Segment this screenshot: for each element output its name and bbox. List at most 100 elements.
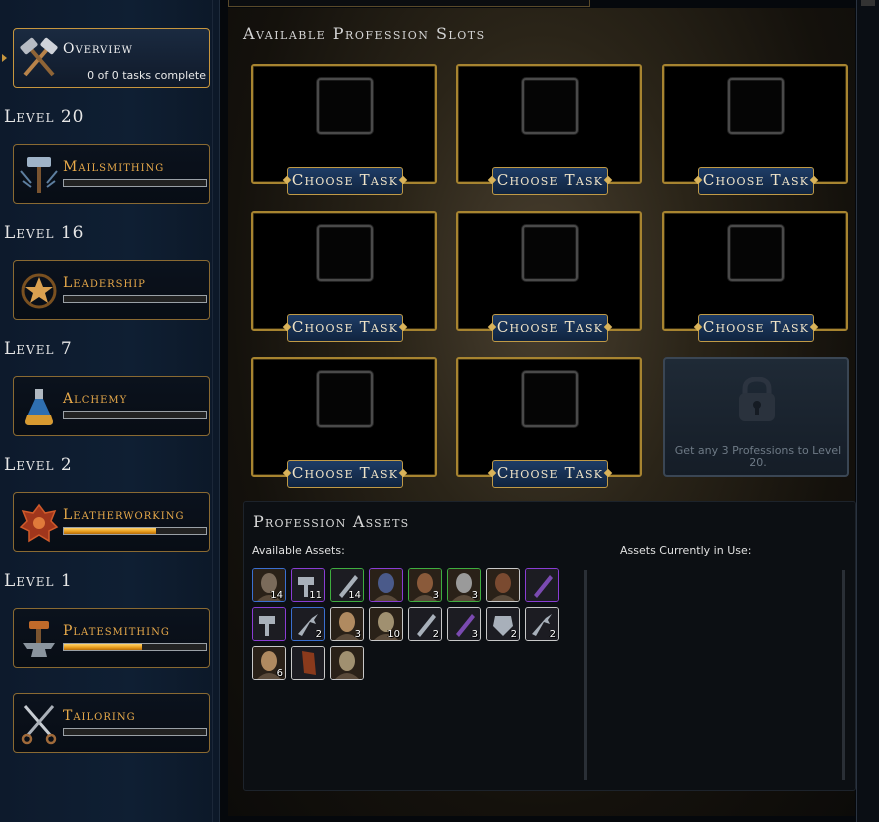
empty-task-frame [728, 78, 784, 134]
profession-slot: Choose Task [251, 357, 437, 488]
asset-count: 14 [348, 590, 361, 601]
profession-name: Leadership [63, 275, 146, 291]
asset-item[interactable]: 3 [330, 607, 364, 641]
profession-slot: Choose Task [662, 64, 848, 195]
profession-slot: Choose Task [456, 211, 642, 342]
sidebar-item-leadership[interactable]: Leadership [13, 260, 210, 320]
asset-item[interactable]: 14 [252, 568, 286, 602]
asset-item[interactable]: 2 [486, 607, 520, 641]
level-heading: Level 7 [4, 339, 73, 359]
assets-in-use-label: Assets Currently in Use: [620, 544, 752, 557]
empty-task-frame [522, 371, 578, 427]
level-heading: Level 16 [4, 223, 85, 243]
profession-name: Mailsmithing [63, 159, 165, 175]
sidebar-item-overview[interactable]: Overview 0 of 0 tasks complete [13, 28, 210, 88]
asset-item[interactable]: 2 [525, 607, 559, 641]
choose-task-button[interactable]: Choose Task [287, 314, 403, 342]
asset-count: 14 [270, 590, 283, 601]
asset-item[interactable] [369, 568, 403, 602]
asset-count: 2 [549, 629, 556, 640]
overview-label: Overview [63, 41, 133, 57]
level-heading: Level 20 [4, 107, 85, 127]
hooded-portrait-icon [370, 569, 402, 601]
progress-bar [63, 728, 207, 736]
crossed-hammers-icon [20, 37, 58, 77]
locked-slot: Get any 3 Professions to Level 20. [663, 357, 849, 477]
profession-slot: Choose Task [456, 64, 642, 195]
asset-item[interactable] [525, 568, 559, 602]
old-man-portrait-icon [331, 647, 363, 679]
asset-count: 2 [510, 629, 517, 640]
asset-item[interactable] [330, 646, 364, 680]
empty-task-frame [522, 78, 578, 134]
progress-bar [63, 527, 207, 535]
empty-task-frame [728, 225, 784, 281]
profession-sidebar: Overview 0 of 0 tasks complete Level 2 0 … [0, 0, 220, 822]
sidebar-item-alchemy[interactable]: Alchemy [13, 376, 210, 436]
asset-item[interactable]: 14 [330, 568, 364, 602]
sidebar-item-mailsmithing[interactable]: Mailsmithing [13, 144, 210, 204]
asset-count: 2 [315, 629, 322, 640]
profession-name: Alchemy [63, 391, 128, 407]
sidebar-item-platesmithing[interactable]: Platesmithing [13, 608, 210, 668]
rod-tool-icon [526, 569, 558, 601]
choose-task-button[interactable]: Choose Task [492, 460, 608, 488]
star-laurel-icon [21, 273, 57, 309]
profession-slot: Choose Task [662, 211, 848, 342]
profession-name: Platesmithing [63, 623, 170, 639]
asset-item[interactable]: 2 [408, 607, 442, 641]
profession-name: Leatherworking [63, 507, 185, 523]
asset-count: 3 [471, 590, 478, 601]
profession-name: Tailoring [63, 708, 136, 724]
hammer-anvil-icon [20, 157, 58, 193]
asset-count: 6 [276, 668, 283, 679]
bearded-portrait-icon [487, 569, 519, 601]
progress-fill [64, 528, 157, 534]
top-frame-strip [228, 0, 590, 7]
scissors-needle-icon [21, 705, 57, 745]
asset-item[interactable]: 11 [291, 568, 325, 602]
progress-bar [63, 643, 207, 651]
potion-flask-icon [25, 389, 53, 425]
choose-task-button[interactable]: Choose Task [698, 167, 814, 195]
locked-slot-message: Get any 3 Professions to Level 20. [674, 444, 842, 469]
sidebar-item-leatherworking[interactable]: Leatherworking [13, 492, 210, 552]
slots-section-title: Available Profession Slots [243, 24, 486, 43]
level-heading: Level 1 [4, 571, 73, 591]
asset-count: 10 [387, 629, 400, 640]
empty-task-frame [317, 225, 373, 281]
asset-item[interactable]: 3 [408, 568, 442, 602]
anvil-icon [23, 621, 55, 657]
choose-task-button[interactable]: Choose Task [698, 314, 814, 342]
asset-count: 2 [432, 629, 439, 640]
padlock-icon [739, 377, 775, 421]
profession-slot: Choose Task [456, 357, 642, 488]
progress-fill [64, 644, 143, 650]
choose-task-button[interactable]: Choose Task [287, 460, 403, 488]
asset-item[interactable]: 2 [291, 607, 325, 641]
window-right-edge [856, 0, 879, 822]
leather-hide-icon [19, 503, 59, 543]
asset-item[interactable]: 10 [369, 607, 403, 641]
asset-item[interactable] [252, 607, 286, 641]
asset-item[interactable]: 3 [447, 607, 481, 641]
asset-item[interactable] [486, 568, 520, 602]
empty-task-frame [317, 371, 373, 427]
tasks-complete-status: 0 of 0 tasks complete [87, 69, 206, 82]
asset-count: 3 [471, 629, 478, 640]
available-assets-scrollbar[interactable] [584, 570, 587, 780]
asset-item[interactable] [291, 646, 325, 680]
choose-task-button[interactable]: Choose Task [287, 167, 403, 195]
sidebar-item-tailoring[interactable]: Tailoring [13, 693, 210, 753]
leather-tool-icon [292, 647, 324, 679]
available-assets-label: Available Assets: [252, 544, 345, 557]
in-use-assets-scrollbar[interactable] [842, 570, 845, 780]
asset-item[interactable]: 6 [252, 646, 286, 680]
choose-task-button[interactable]: Choose Task [492, 314, 608, 342]
assets-title: Profession Assets [253, 512, 410, 531]
asset-item[interactable]: 3 [447, 568, 481, 602]
asset-count: 11 [309, 590, 322, 601]
asset-count: 3 [354, 629, 361, 640]
choose-task-button[interactable]: Choose Task [492, 167, 608, 195]
progress-bar [63, 411, 207, 419]
